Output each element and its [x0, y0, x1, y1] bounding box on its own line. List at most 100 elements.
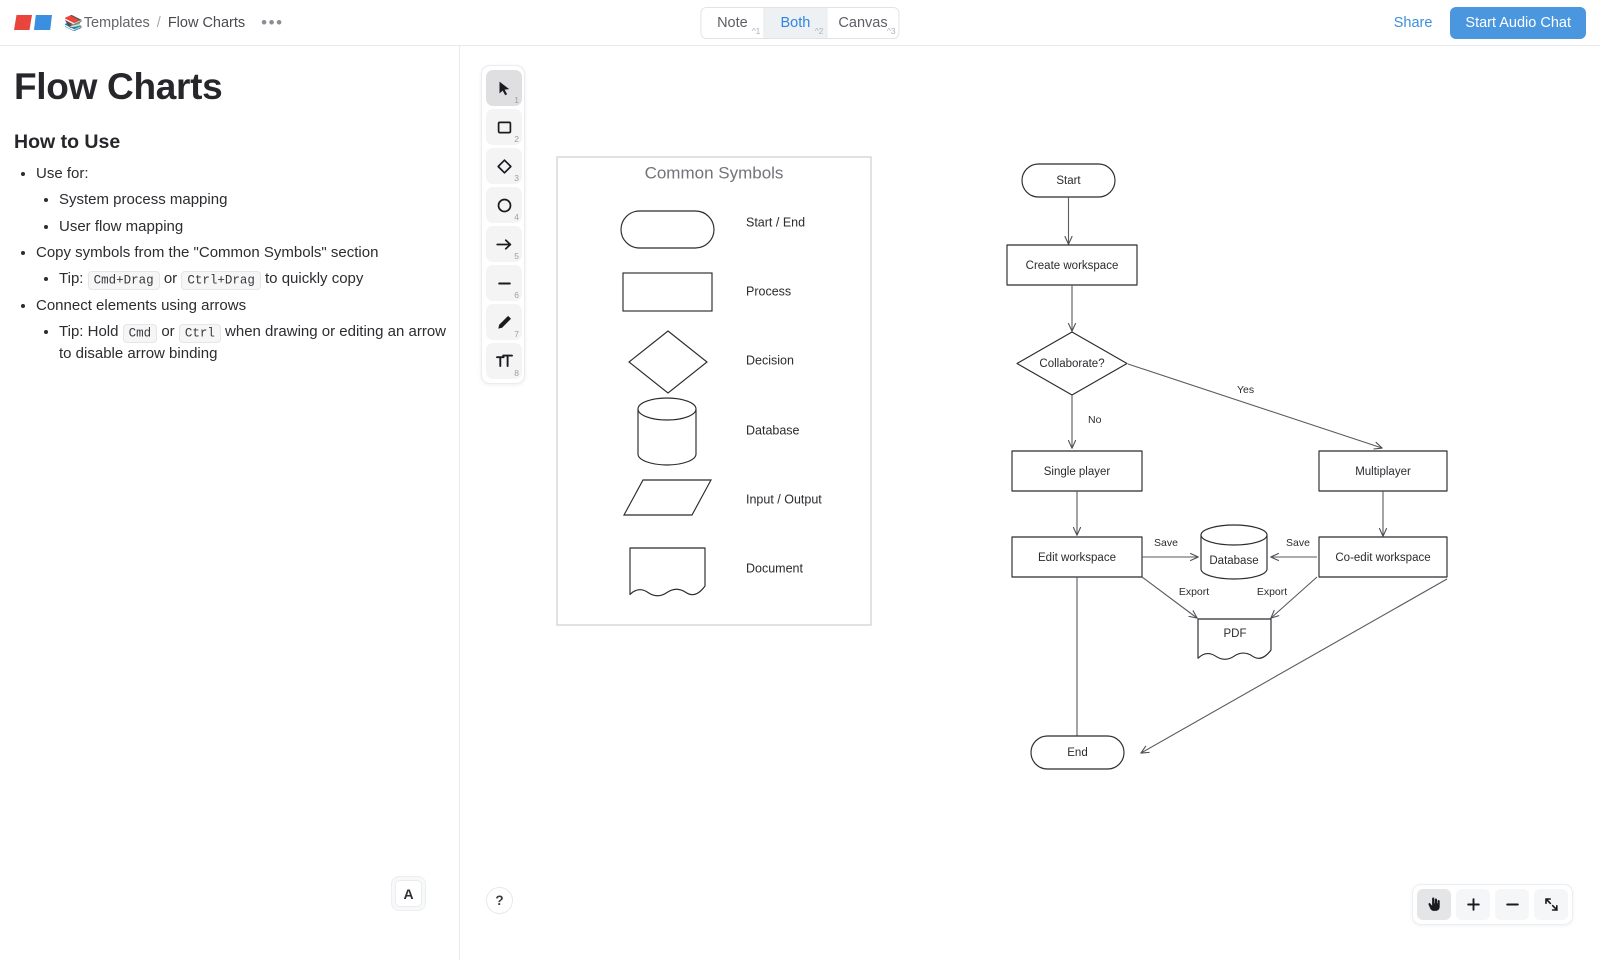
kbd-ctrl: Ctrl — [178, 323, 221, 343]
diamond-tool-num: 3 — [514, 173, 519, 183]
bullet-use-for: Use for: — [36, 165, 89, 182]
diamond-icon — [496, 158, 512, 174]
copy-tip-or: or — [163, 270, 178, 288]
edge-label-yes: Yes — [1237, 384, 1254, 396]
list-item: User flow mapping — [59, 216, 459, 237]
arrow-tool-num: 5 — [514, 251, 519, 261]
share-button[interactable]: Share — [1394, 15, 1433, 31]
top-bar: 📚 Templates / Flow Charts ••• Note ^1 Bo… — [0, 0, 1600, 46]
page-title: Flow Charts — [14, 66, 223, 107]
logo-red-shape — [14, 15, 32, 30]
edge-label-save-left: Save — [1154, 537, 1178, 549]
cursor-icon — [499, 81, 509, 95]
logo-blue-shape — [34, 15, 52, 30]
list-item: System process mapping — [59, 189, 459, 210]
common-symbols-panel[interactable]: Common Symbols Start / End Process Decis… — [556, 156, 872, 626]
arrow-right-icon — [495, 238, 511, 250]
breadcrumb-parent[interactable]: Templates — [84, 15, 150, 31]
draw-tool-num: 7 — [514, 329, 519, 339]
drawing-scene[interactable]: Common Symbols Start / End Process Decis… — [461, 46, 1600, 960]
connect-tip-prefix: Tip: Hold — [59, 323, 119, 341]
bullet-copy-symbols: Copy symbols from the "Common Symbols" s… — [36, 243, 379, 261]
edge-label-no: No — [1088, 414, 1102, 426]
books-icon: 📚 — [64, 14, 83, 32]
node-multiplayer-label: Multiplayer — [1355, 466, 1411, 478]
legend-label-process: Process — [746, 284, 791, 298]
tab-note[interactable]: Note ^1 — [701, 8, 765, 38]
top-bar-right-actions: Share Start Audio Chat — [1394, 0, 1586, 46]
node-create-workspace-label: Create workspace — [1026, 260, 1119, 272]
line-icon — [497, 282, 511, 284]
legend-label-document: Document — [746, 561, 803, 575]
ellipse-tool-num: 4 — [514, 212, 519, 222]
node-database[interactable] — [1200, 524, 1268, 580]
legend-title: Common Symbols — [645, 163, 784, 182]
tab-both-label: Both — [780, 15, 811, 31]
kbd-cmd-drag: Cmd+Drag — [87, 270, 160, 290]
connect-tip-suffix: when drawing or editing an arrow to disa… — [59, 323, 446, 362]
legend-label-start-end: Start / End — [746, 215, 805, 229]
text-tool-num: 8 — [514, 368, 519, 378]
tab-both-shortcut: ^2 — [814, 26, 824, 36]
font-letter-icon: A — [395, 880, 422, 907]
list-item: Copy symbols from the "Common Symbols" s… — [36, 242, 459, 290]
breadcrumb-current[interactable]: Flow Charts — [168, 15, 245, 31]
node-end-label: End — [1067, 747, 1087, 759]
flowchart-svg: Common Symbols Start / End Process Decis… — [556, 156, 1448, 770]
node-coedit-workspace-label: Co-edit workspace — [1335, 552, 1430, 564]
node-edit-workspace-label: Edit workspace — [1038, 552, 1116, 564]
text-icon — [495, 354, 513, 367]
node-start-label: Start — [1056, 175, 1081, 187]
arrow-tool[interactable]: 5 — [486, 226, 522, 262]
ellipse-tool[interactable]: 4 — [486, 187, 522, 223]
connect-tip-or: or — [161, 323, 175, 341]
list-item: Tip: Cmd+Drag or Ctrl+Drag to quickly co… — [59, 268, 459, 290]
tool-palette: 1 2 3 4 5 6 7 8 — [481, 65, 525, 384]
canvas-area[interactable]: 1 2 3 4 5 6 7 8 ? Common Symbols Start /… — [461, 46, 1600, 960]
legend-label-input-output: Input / Output — [746, 492, 822, 506]
breadcrumb-separator: / — [156, 14, 161, 31]
start-audio-chat-button[interactable]: Start Audio Chat — [1450, 7, 1586, 39]
pencil-icon — [497, 315, 511, 329]
edge-label-export-left: Export — [1179, 586, 1209, 598]
node-single-player-label: Single player — [1044, 466, 1111, 478]
bullet-system-process-mapping: System process mapping — [59, 191, 228, 209]
edge-coedit-workspace-to-end[interactable] — [1141, 578, 1448, 753]
legend-label-decision: Decision — [746, 353, 794, 367]
node-collaborate-label: Collaborate? — [1039, 358, 1104, 370]
legend-label-database: Database — [746, 423, 800, 437]
tab-both[interactable]: Both ^2 — [764, 8, 828, 38]
kbd-cmd: Cmd — [122, 323, 158, 343]
edge-label-export-right: Export — [1257, 586, 1287, 598]
rectangle-tool[interactable]: 2 — [486, 109, 522, 145]
edge-label-save-right: Save — [1286, 537, 1310, 549]
app-logo[interactable] — [14, 15, 52, 30]
note-panel: Flow Charts How to Use Use for: System p… — [0, 46, 460, 960]
node-database-label: Database — [1209, 555, 1258, 567]
kbd-ctrl-drag: Ctrl+Drag — [181, 270, 261, 290]
bullet-connect-elements: Connect elements using arrows — [36, 296, 247, 314]
rectangle-tool-num: 2 — [514, 134, 519, 144]
selection-tool[interactable]: 1 — [486, 70, 522, 106]
note-body: Use for: System process mapping User flo… — [0, 163, 459, 364]
tab-canvas[interactable]: Canvas ^3 — [827, 8, 899, 38]
line-tool[interactable]: 6 — [486, 265, 522, 301]
list-item: Tip: Hold Cmd or Ctrl when drawing or ed… — [59, 321, 459, 364]
draw-tool[interactable]: 7 — [486, 304, 522, 340]
more-options-icon[interactable]: ••• — [261, 14, 283, 31]
view-mode-tabs: Note ^1 Both ^2 Canvas ^3 — [700, 7, 900, 39]
node-pdf-label: PDF — [1224, 628, 1247, 640]
text-tool[interactable]: 8 — [486, 343, 522, 379]
edge-collaborate-yes[interactable] — [1127, 363, 1382, 448]
copy-tip-prefix: Tip: — [59, 270, 84, 288]
ellipse-icon — [497, 198, 511, 212]
tab-canvas-shortcut: ^3 — [886, 26, 896, 36]
rectangle-icon — [497, 121, 511, 133]
note-heading: How to Use — [14, 131, 121, 153]
selection-tool-num: 1 — [514, 95, 519, 105]
tab-canvas-label: Canvas — [838, 15, 888, 31]
diamond-tool[interactable]: 3 — [486, 148, 522, 184]
breadcrumb: 📚 Templates / Flow Charts ••• — [64, 14, 284, 32]
flowchart-diagram[interactable]: Start Create workspace Collaborate? No Y… — [1006, 163, 1448, 770]
font-settings-button[interactable]: A — [391, 876, 426, 911]
